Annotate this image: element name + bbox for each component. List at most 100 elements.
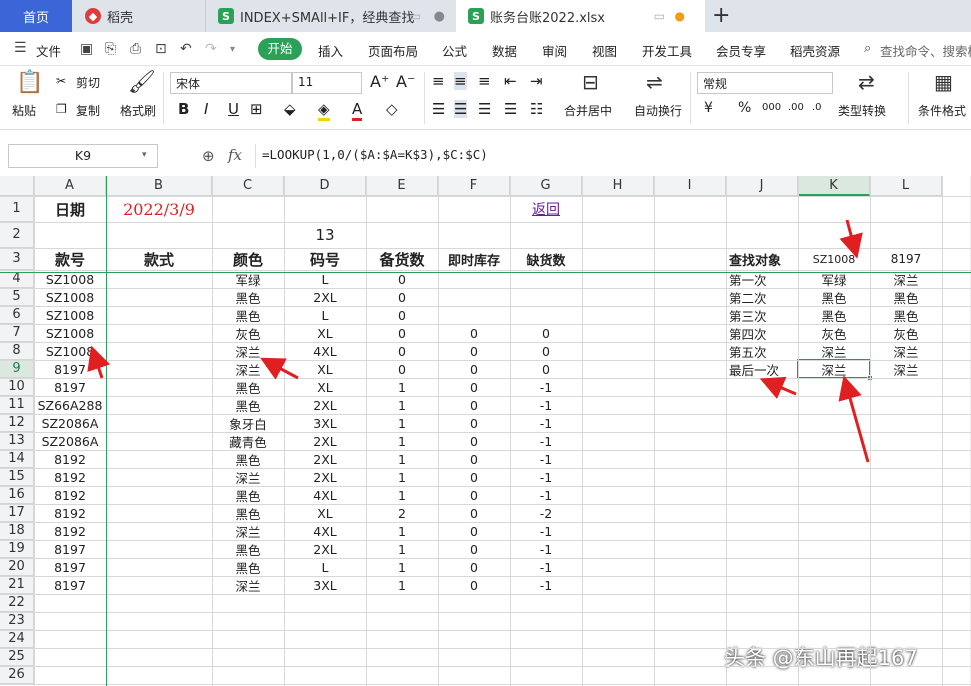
lookup-result-k[interactable]: 深兰: [798, 342, 870, 360]
row-header-4[interactable]: 4: [0, 270, 34, 288]
fx-icon[interactable]: fx: [228, 146, 242, 164]
date-value-cell[interactable]: 2022/3/9: [106, 196, 212, 222]
cell-size[interactable]: XL: [284, 378, 366, 396]
tab-dot-icon[interactable]: ●: [434, 9, 445, 24]
copy-button[interactable]: 复制: [76, 102, 100, 119]
row-header-3[interactable]: 3: [0, 248, 34, 270]
cell-size[interactable]: 4XL: [284, 522, 366, 540]
column-header-h[interactable]: H: [582, 176, 654, 196]
cell-shortage[interactable]: -1: [510, 432, 582, 450]
cell-size[interactable]: L: [284, 270, 366, 288]
cell-style-no[interactable]: 8192: [34, 468, 106, 486]
cut-button[interactable]: 剪切: [76, 74, 100, 91]
row-header-13[interactable]: 13: [0, 432, 34, 450]
decimal-decrease-icon[interactable]: .0: [812, 102, 822, 113]
cell-color[interactable]: 深兰: [212, 576, 284, 594]
cell-size[interactable]: XL: [284, 360, 366, 378]
lookup-result-k[interactable]: 灰色: [798, 324, 870, 342]
header-a[interactable]: 款号: [34, 248, 106, 270]
cell-inventory[interactable]: 0: [438, 342, 510, 360]
decrease-font-icon[interactable]: A⁻: [396, 72, 415, 91]
cell-shortage[interactable]: -1: [510, 396, 582, 414]
row-header-8[interactable]: 8: [0, 342, 34, 360]
header-c[interactable]: 颜色: [212, 248, 284, 270]
clear-format-icon[interactable]: ◇: [386, 100, 398, 118]
row-header-21[interactable]: 21: [0, 576, 34, 594]
hamburger-icon[interactable]: ☰: [14, 40, 27, 56]
menu-docer-resources[interactable]: 稻壳资源: [790, 41, 840, 60]
cell-size[interactable]: 2XL: [284, 432, 366, 450]
cell-size[interactable]: 3XL: [284, 414, 366, 432]
lookup-step-label[interactable]: 第五次: [726, 342, 798, 360]
lookup-key-k3[interactable]: SZ1008: [798, 248, 870, 270]
align-top-icon[interactable]: ≡: [432, 72, 445, 90]
zoom-icon[interactable]: ⊕: [202, 147, 215, 165]
fill-color-icon[interactable]: ◈: [318, 100, 330, 121]
wrap-icon[interactable]: ⇌: [646, 70, 663, 94]
cell-inventory[interactable]: 0: [438, 324, 510, 342]
cell-color[interactable]: 藏青色: [212, 432, 284, 450]
cell-color[interactable]: 黑色: [212, 486, 284, 504]
conditional-format-icon[interactable]: ▦: [934, 70, 953, 94]
chevron-down-icon[interactable]: ▾: [142, 150, 147, 160]
paste-button[interactable]: 粘贴: [12, 102, 36, 119]
cell-inventory[interactable]: 0: [438, 432, 510, 450]
cell-shortage[interactable]: -1: [510, 558, 582, 576]
cell-stock[interactable]: 1: [366, 432, 438, 450]
row-header-25[interactable]: 25: [0, 648, 34, 666]
lookup-step-label[interactable]: 第二次: [726, 288, 798, 306]
lookup-result-l[interactable]: 黑色: [870, 288, 942, 306]
merge-center-button[interactable]: 合并居中: [564, 102, 612, 119]
cell-color[interactable]: 黑色: [212, 558, 284, 576]
cell-size[interactable]: 2XL: [284, 450, 366, 468]
cell-color[interactable]: 深兰: [212, 522, 284, 540]
lookup-step-label[interactable]: 第四次: [726, 324, 798, 342]
cell-stock[interactable]: 1: [366, 522, 438, 540]
decimal-increase-icon[interactable]: .00: [788, 102, 804, 113]
row-header-15[interactable]: 15: [0, 468, 34, 486]
cell-stock[interactable]: 1: [366, 576, 438, 594]
tab-docer[interactable]: ◆ 稻壳: [73, 0, 201, 32]
column-header-k[interactable]: K: [798, 176, 870, 196]
conditional-format-button[interactable]: 条件格式: [918, 102, 966, 119]
cell-inventory[interactable]: 0: [438, 360, 510, 378]
lookup-label-cell[interactable]: 查找对象: [726, 248, 798, 270]
cell-style-no[interactable]: SZ1008: [34, 324, 106, 342]
redo-icon[interactable]: ↷: [205, 41, 217, 57]
cell-size[interactable]: 2XL: [284, 396, 366, 414]
row-header-16[interactable]: 16: [0, 486, 34, 504]
cell-style-no[interactable]: SZ2086A: [34, 432, 106, 450]
cell-style-no[interactable]: SZ66A288: [34, 396, 106, 414]
cell-stock[interactable]: 0: [366, 270, 438, 288]
column-header-g[interactable]: G: [510, 176, 582, 196]
cell-style-no[interactable]: 8192: [34, 504, 106, 522]
cell-color[interactable]: 黑色: [212, 504, 284, 522]
align-middle-icon[interactable]: ≡: [454, 72, 467, 90]
row-header-7[interactable]: 7: [0, 324, 34, 342]
cell-size[interactable]: L: [284, 306, 366, 324]
thousands-icon[interactable]: 000: [762, 102, 781, 113]
border-icon[interactable]: ⊞: [250, 100, 263, 118]
header-b[interactable]: 款式: [106, 248, 212, 270]
type-convert-icon[interactable]: ⇄: [858, 70, 875, 94]
tab-index-file[interactable]: S INDEX+SMAll+IF，经典查找 ▭ ●: [205, 0, 455, 32]
align-right-icon[interactable]: ☰: [478, 100, 491, 118]
cell-style-no[interactable]: 8192: [34, 486, 106, 504]
menu-page-layout[interactable]: 页面布局: [368, 41, 418, 60]
align-left-icon[interactable]: ☰: [432, 100, 445, 118]
bold-icon[interactable]: B: [178, 100, 189, 118]
cell-shortage[interactable]: -1: [510, 522, 582, 540]
column-header-l[interactable]: L: [870, 176, 942, 196]
lookup-step-label[interactable]: 最后一次: [726, 360, 798, 378]
distributed-icon[interactable]: ☷: [530, 100, 543, 118]
increase-font-icon[interactable]: A⁺: [370, 72, 389, 91]
cell-color[interactable]: 黑色: [212, 288, 284, 306]
tab-ledger-file[interactable]: S 账务台账2022.xlsx ▭ ●: [456, 0, 705, 32]
menu-data[interactable]: 数据: [492, 41, 517, 60]
row-header-11[interactable]: 11: [0, 396, 34, 414]
cell-size[interactable]: XL: [284, 504, 366, 522]
lookup-key-l3[interactable]: 8197: [870, 248, 942, 270]
cell-shortage[interactable]: -1: [510, 450, 582, 468]
header-g[interactable]: 缺货数: [510, 248, 582, 270]
cell-style-no[interactable]: 8197: [34, 558, 106, 576]
